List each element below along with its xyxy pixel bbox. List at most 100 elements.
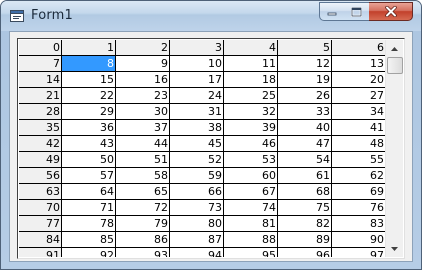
grid-cell[interactable]: 69	[332, 184, 385, 200]
grid-cell[interactable]: 27	[332, 88, 385, 104]
grid-cell[interactable]: 40	[278, 120, 332, 136]
grid-cell[interactable]: 86	[116, 232, 170, 248]
grid-fixed-cell: 77	[19, 216, 62, 232]
grid-cell[interactable]: 12	[278, 56, 332, 72]
grid-cell[interactable]: 53	[224, 152, 278, 168]
grid-cell[interactable]: 45	[170, 136, 224, 152]
maximize-icon	[351, 6, 362, 17]
grid-cell[interactable]: 29	[62, 104, 116, 120]
grid-cell[interactable]: 85	[62, 232, 116, 248]
scroll-up-button[interactable]	[386, 40, 403, 57]
grid-cell[interactable]: 41	[332, 120, 385, 136]
grid-row: 7 8 9 10 11 12 13	[19, 56, 385, 72]
grid-cell[interactable]: 52	[170, 152, 224, 168]
grid-cell[interactable]: 19	[278, 72, 332, 88]
grid-cell[interactable]: 48	[332, 136, 385, 152]
grid-cell[interactable]: 18	[224, 72, 278, 88]
grid-cell[interactable]: 60	[224, 168, 278, 184]
grid-cell[interactable]: 10	[170, 56, 224, 72]
scroll-thumb[interactable]	[387, 57, 403, 74]
grid-cell[interactable]: 51	[116, 152, 170, 168]
grid-cell[interactable]: 66	[170, 184, 224, 200]
grid-cell[interactable]: 26	[278, 88, 332, 104]
grid-cell[interactable]: 94	[170, 248, 224, 257]
grid-cell[interactable]: 37	[116, 120, 170, 136]
grid-cell[interactable]: 34	[332, 104, 385, 120]
grid-cell[interactable]: 87	[170, 232, 224, 248]
grid-cell[interactable]: 38	[170, 120, 224, 136]
grid-cell[interactable]: 17	[170, 72, 224, 88]
grid-cell[interactable]: 15	[62, 72, 116, 88]
grid-cell[interactable]: 11	[224, 56, 278, 72]
grid-cell[interactable]: 71	[62, 200, 116, 216]
close-button[interactable]	[369, 2, 413, 21]
grid-cell[interactable]: 50	[62, 152, 116, 168]
grid-cell[interactable]: 24	[170, 88, 224, 104]
grid-cell[interactable]: 58	[116, 168, 170, 184]
grid-cell[interactable]: 65	[116, 184, 170, 200]
grid-cell[interactable]: 93	[116, 248, 170, 257]
grid-cell[interactable]: 59	[170, 168, 224, 184]
grid-cell[interactable]: 82	[278, 216, 332, 232]
grid-fixed-cell: 91	[19, 248, 62, 257]
grid-cell[interactable]: 81	[224, 216, 278, 232]
grid-cell[interactable]: 54	[278, 152, 332, 168]
grid-cell[interactable]: 36	[62, 120, 116, 136]
chevron-up-icon	[391, 46, 398, 51]
grid-cell[interactable]: 78	[62, 216, 116, 232]
grid-cell[interactable]: 43	[62, 136, 116, 152]
grid-fixed-cell: 5	[278, 40, 332, 56]
vertical-scrollbar[interactable]	[385, 40, 403, 257]
grid-row: 91 92 93 94 95 96 97	[19, 248, 385, 257]
grid-cell[interactable]: 33	[278, 104, 332, 120]
grid-cell[interactable]: 55	[332, 152, 385, 168]
grid-cell[interactable]: 83	[332, 216, 385, 232]
grid-cell[interactable]: 30	[116, 104, 170, 120]
grid-cells[interactable]: 0 1 2 3 4 5 6 7 8 9 10 11 12 13 14 15 16 17 18 19 20 21 22 23 24…	[19, 40, 385, 257]
grid-cell-selected[interactable]: 8	[62, 56, 116, 72]
grid-cell[interactable]: 31	[170, 104, 224, 120]
grid-fixed-cell: 1	[62, 40, 116, 56]
minimize-icon	[327, 12, 337, 15]
grid-cell[interactable]: 80	[170, 216, 224, 232]
grid-cell[interactable]: 13	[332, 56, 385, 72]
grid-cell[interactable]: 39	[224, 120, 278, 136]
grid-cell[interactable]: 16	[116, 72, 170, 88]
grid-cell[interactable]: 57	[62, 168, 116, 184]
grid-cell[interactable]: 20	[332, 72, 385, 88]
grid-cell[interactable]: 97	[332, 248, 385, 257]
title-bar[interactable]: Form1	[1, 1, 421, 31]
grid-cell[interactable]: 68	[278, 184, 332, 200]
grid-cell[interactable]: 67	[224, 184, 278, 200]
grid-cell[interactable]: 76	[332, 200, 385, 216]
grid-cell[interactable]: 25	[224, 88, 278, 104]
grid-cell[interactable]: 75	[278, 200, 332, 216]
grid-cell[interactable]: 74	[224, 200, 278, 216]
grid-cell[interactable]: 61	[278, 168, 332, 184]
grid-cell[interactable]: 62	[332, 168, 385, 184]
grid-cell[interactable]: 9	[116, 56, 170, 72]
grid-cell[interactable]: 79	[116, 216, 170, 232]
grid-cell[interactable]: 32	[224, 104, 278, 120]
grid-cell[interactable]: 22	[62, 88, 116, 104]
grid-cell[interactable]: 73	[170, 200, 224, 216]
grid-cell[interactable]: 47	[278, 136, 332, 152]
grid-cell[interactable]: 92	[62, 248, 116, 257]
grid-fixed-cell: 4	[224, 40, 278, 56]
grid-cell[interactable]: 89	[278, 232, 332, 248]
grid-fixed-cell: 63	[19, 184, 62, 200]
minimize-button[interactable]	[319, 2, 345, 21]
grid-cell[interactable]: 95	[224, 248, 278, 257]
scroll-down-button[interactable]	[386, 240, 403, 257]
grid-cell[interactable]: 44	[116, 136, 170, 152]
grid-cell[interactable]: 72	[116, 200, 170, 216]
grid-cell[interactable]: 88	[224, 232, 278, 248]
grid-cell[interactable]: 64	[62, 184, 116, 200]
grid-cell[interactable]: 46	[224, 136, 278, 152]
grid-row: 21 22 23 24 25 26 27	[19, 88, 385, 104]
grid-cell[interactable]: 23	[116, 88, 170, 104]
grid-cell[interactable]: 96	[278, 248, 332, 257]
flexgrid[interactable]: 0 1 2 3 4 5 6 7 8 9 10 11 12 13 14 15 16 17 18 19 20 21 22 23 24…	[17, 38, 405, 259]
maximize-button[interactable]	[344, 2, 370, 21]
grid-cell[interactable]: 90	[332, 232, 385, 248]
